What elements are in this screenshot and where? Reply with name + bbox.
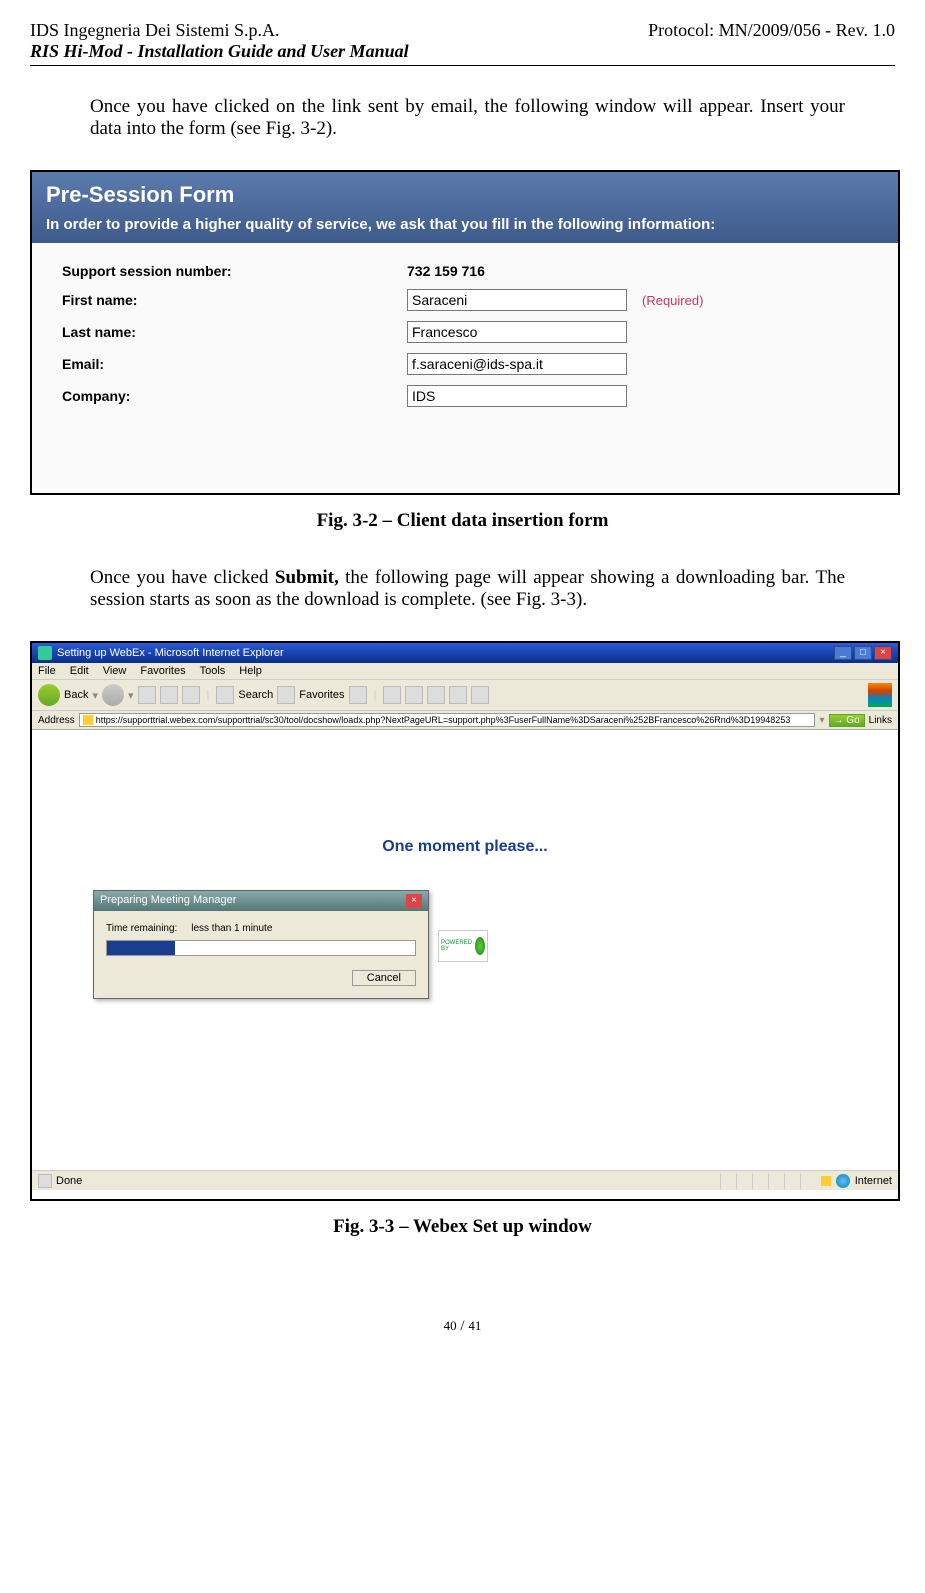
form-body: Support session number: 732 159 716 Firs… (32, 243, 898, 437)
form-header: Pre-Session Form In order to provide a h… (32, 172, 898, 243)
menu-help[interactable]: Help (239, 665, 262, 677)
paragraph-2-submit: Submit, (275, 567, 339, 588)
one-moment-text: One moment please... (32, 838, 898, 856)
page-footer: 40 / 41 (30, 1318, 895, 1335)
header-subtitle: RIS Hi-Mod - Installation Guide and User… (30, 41, 895, 62)
figure-3-2-caption: Fig. 3-2 – Client data insertion form (30, 510, 895, 532)
favorites-label[interactable]: Favorites (299, 689, 344, 701)
forward-button-icon[interactable] (102, 684, 124, 706)
status-panes (720, 1173, 816, 1189)
dialog-body: Time remaining: less than 1 minute (94, 911, 428, 964)
status-lock-icon (821, 1176, 831, 1186)
ie-toolbar: Back ▾ ▾ | Search Favorites | (32, 680, 898, 711)
header-divider (30, 65, 895, 66)
favorites-icon[interactable] (277, 686, 295, 704)
window-buttons: _ □ × (834, 646, 892, 660)
header-company: IDS Ingegneria Dei Sistemi S.p.A. (30, 20, 279, 41)
progress-fill (107, 941, 175, 955)
last-name-label: Last name: (62, 324, 407, 340)
row-last-name: Last name: (62, 321, 868, 343)
company-label: Company: (62, 388, 407, 404)
page-header: IDS Ingegneria Dei Sistemi S.p.A. Protoc… (30, 20, 895, 41)
dialog-footer: Cancel (94, 964, 428, 998)
links-label[interactable]: Links (869, 715, 892, 726)
menu-edit[interactable]: Edit (70, 665, 89, 677)
back-button-label[interactable]: Back (64, 689, 88, 701)
row-company: Company: (62, 385, 868, 407)
internet-zone-icon (836, 1174, 850, 1188)
paragraph-2: Once you have clicked Submit, the follow… (90, 567, 845, 611)
maximize-button[interactable]: □ (854, 646, 872, 660)
minimize-button[interactable]: _ (834, 646, 852, 660)
progress-bar (106, 940, 416, 956)
row-session-number: Support session number: 732 159 716 (62, 263, 868, 279)
last-name-input[interactable] (407, 321, 627, 343)
company-input[interactable] (407, 385, 627, 407)
home-icon[interactable] (182, 686, 200, 704)
address-input[interactable]: https://supporttrial.webex.com/supporttr… (79, 713, 816, 727)
menu-view[interactable]: View (103, 665, 127, 677)
dialog-close-button[interactable]: × (406, 894, 422, 908)
status-zone: Internet (855, 1175, 892, 1187)
powered-by-text: POWERED BY (441, 940, 472, 952)
stop-icon[interactable] (138, 686, 156, 704)
mail-icon[interactable] (383, 686, 401, 704)
first-name-label: First name: (62, 292, 407, 308)
search-icon[interactable] (216, 686, 234, 704)
form-header-sub: In order to provide a higher quality of … (46, 216, 884, 233)
ie-app-icon (38, 646, 52, 660)
required-label: (Required) (642, 293, 703, 308)
email-input[interactable] (407, 353, 627, 375)
figure-3-3-caption: Fig. 3-3 – Webex Set up window (30, 1216, 895, 1238)
row-first-name: First name: (Required) (62, 289, 868, 311)
ie-content: One moment please... Preparing Meeting M… (32, 730, 898, 1170)
search-label[interactable]: Search (238, 689, 273, 701)
ie-menubar: File Edit View Favorites Tools Help (32, 663, 898, 680)
menu-favorites[interactable]: Favorites (140, 665, 185, 677)
address-label: Address (38, 715, 75, 726)
menu-file[interactable]: File (38, 665, 56, 677)
back-button-icon[interactable] (38, 684, 60, 706)
ie-address-bar: Address https://supporttrial.webex.com/s… (32, 711, 898, 730)
preparing-dialog: Preparing Meeting Manager × Time remaini… (93, 890, 429, 999)
windows-logo-icon (868, 683, 892, 707)
extra-icon-2[interactable] (471, 686, 489, 704)
first-name-input[interactable] (407, 289, 627, 311)
done-icon (38, 1174, 52, 1188)
ie-status-bar: Done Internet (32, 1170, 898, 1190)
refresh-icon[interactable] (160, 686, 178, 704)
time-remaining-value: less than 1 minute (191, 923, 272, 934)
extra-icon-1[interactable] (449, 686, 467, 704)
paragraph-1: Once you have clicked on the link sent b… (90, 96, 845, 140)
close-button[interactable]: × (874, 646, 892, 660)
edit-icon[interactable] (427, 686, 445, 704)
print-icon[interactable] (405, 686, 423, 704)
status-done: Done (56, 1175, 82, 1187)
lock-icon (83, 715, 93, 725)
session-number-value: 732 159 716 (407, 263, 485, 279)
history-icon[interactable] (349, 686, 367, 704)
email-label: Email: (62, 356, 407, 372)
row-email: Email: (62, 353, 868, 375)
session-number-label: Support session number: (62, 263, 407, 279)
powered-by-badge: POWERED BY (438, 930, 488, 962)
address-url: https://supporttrial.webex.com/supporttr… (96, 715, 791, 725)
ie-title: Setting up WebEx - Microsoft Internet Ex… (57, 647, 284, 659)
header-protocol: Protocol: MN/2009/056 - Rev. 1.0 (648, 20, 895, 41)
menu-tools[interactable]: Tools (200, 665, 226, 677)
dialog-title-text: Preparing Meeting Manager (100, 894, 236, 908)
ie-titlebar: Setting up WebEx - Microsoft Internet Ex… (32, 643, 898, 663)
form-header-title: Pre-Session Form (46, 182, 884, 208)
time-remaining-label: Time remaining: (106, 923, 177, 934)
dialog-titlebar: Preparing Meeting Manager × (94, 891, 428, 911)
figure-3-3: Setting up WebEx - Microsoft Internet Ex… (30, 641, 900, 1201)
go-button[interactable]: → Go (829, 714, 865, 727)
cancel-button[interactable]: Cancel (352, 970, 416, 986)
paragraph-2-a: Once you have clicked (90, 567, 275, 588)
figure-3-2: Pre-Session Form In order to provide a h… (30, 170, 900, 495)
globe-icon (475, 937, 485, 955)
